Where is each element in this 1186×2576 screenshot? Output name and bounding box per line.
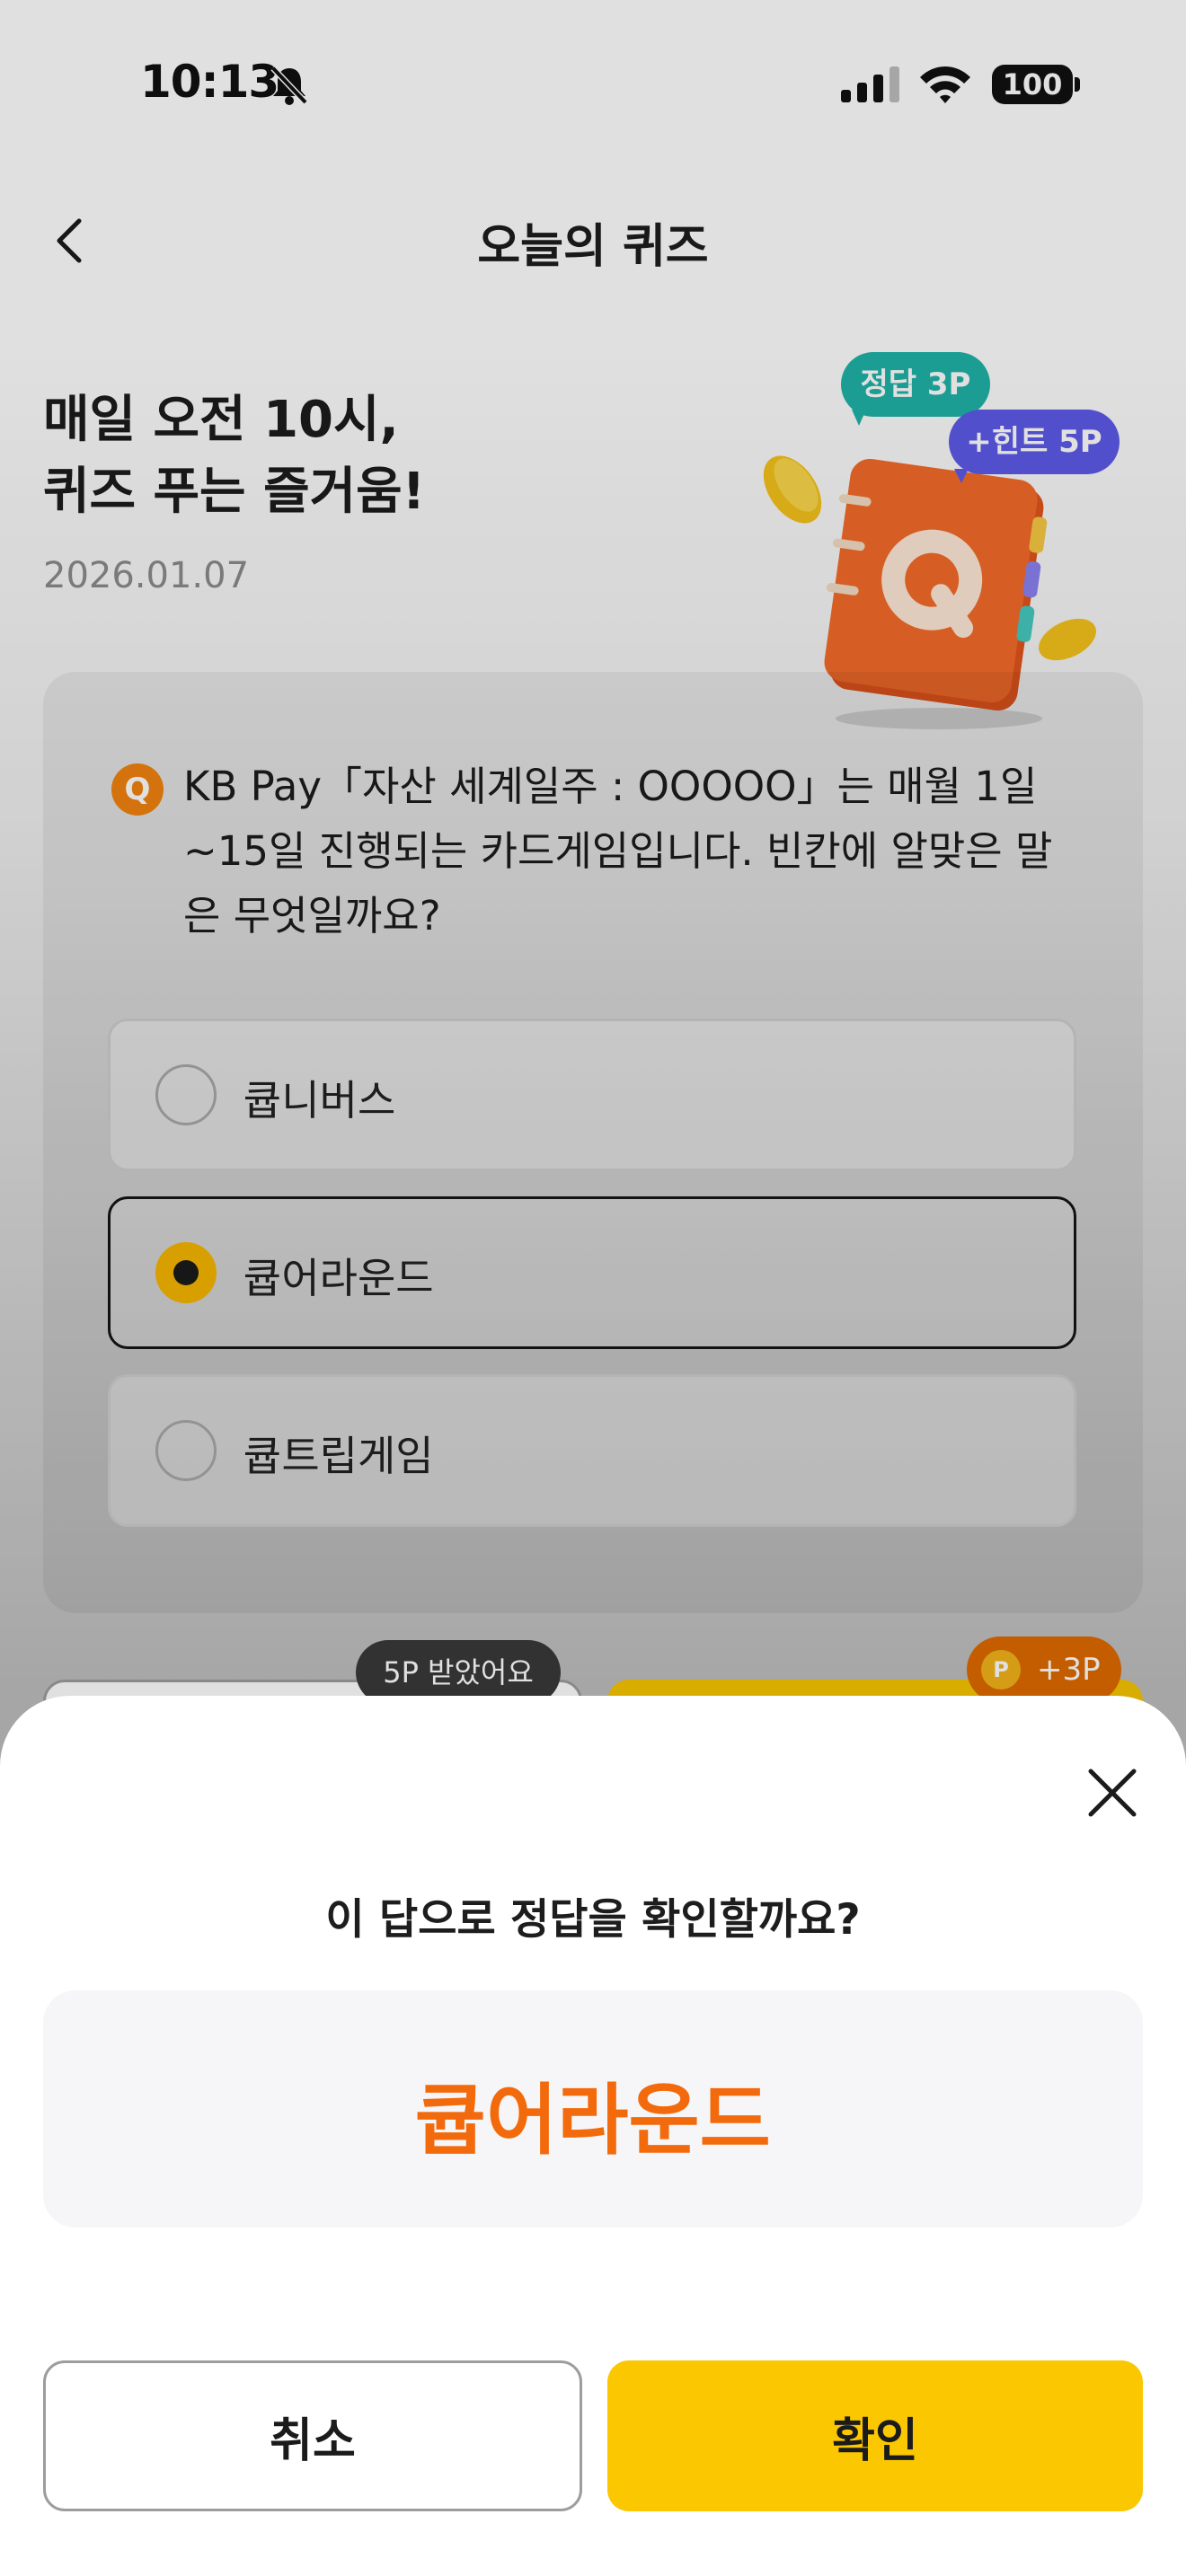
cancel-button[interactable]: 취소: [43, 2360, 582, 2511]
selected-answer-box: 큡어라운드: [43, 1990, 1143, 2228]
confirm-question: 이 답으로 정답을 확인할까요?: [325, 1895, 861, 1945]
close-icon[interactable]: [1082, 1762, 1143, 1823]
confirm-button[interactable]: 확인: [607, 2360, 1143, 2511]
selected-answer: 큡어라운드: [415, 2076, 771, 2166]
